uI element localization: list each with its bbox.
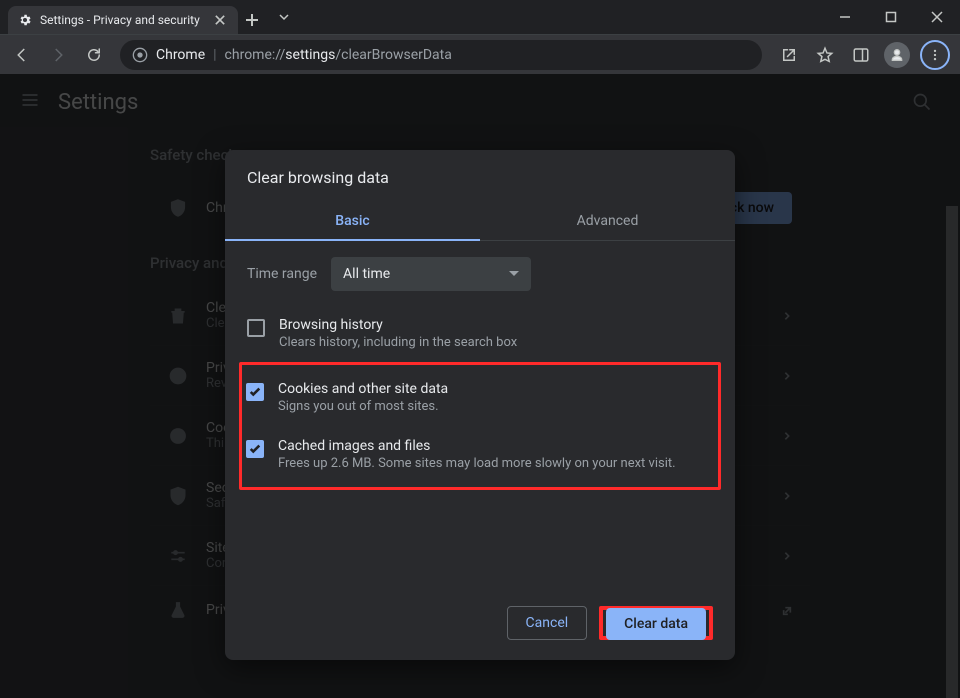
chrome-icon <box>132 47 148 63</box>
clear-browsing-data-dialog: Clear browsing data Basic Advanced Time … <box>225 150 735 660</box>
option-title: Browsing history <box>279 317 517 333</box>
url-host: settings <box>285 47 335 63</box>
url-scheme-label: Chrome <box>156 47 205 63</box>
window-titlebar: Settings - Privacy and security <box>0 0 960 34</box>
bookmark-icon[interactable] <box>808 38 842 72</box>
dialog-title: Clear browsing data <box>225 150 735 201</box>
url-prefix: chrome:// <box>225 47 286 63</box>
option-cookies[interactable]: Cookies and other site data Signs you ou… <box>246 369 710 426</box>
minimize-button[interactable] <box>822 0 868 34</box>
tab-search-button[interactable] <box>266 0 302 34</box>
side-panel-icon[interactable] <box>844 38 878 72</box>
gear-icon <box>18 13 32 27</box>
tab-title: Settings - Privacy and security <box>40 13 200 27</box>
reload-button[interactable] <box>78 39 110 71</box>
url-divider: | <box>213 47 216 63</box>
time-range-select[interactable]: All time <box>331 257 531 291</box>
close-window-button[interactable] <box>914 0 960 34</box>
close-icon[interactable] <box>212 12 228 28</box>
dialog-tabs: Basic Advanced <box>225 201 735 241</box>
option-cached[interactable]: Cached images and files Frees up 2.6 MB.… <box>246 426 710 483</box>
browser-toolbar: Chrome | chrome://settings/clearBrowserD… <box>0 34 960 74</box>
tab-basic[interactable]: Basic <box>225 201 480 241</box>
checkbox[interactable] <box>246 440 264 458</box>
option-browsing-history[interactable]: Browsing history Clears history, includi… <box>247 305 713 362</box>
option-desc: Frees up 2.6 MB. Some sites may load mor… <box>278 456 676 471</box>
modal-overlay: Clear browsing data Basic Advanced Time … <box>0 74 960 698</box>
more-menu-button[interactable] <box>920 40 950 70</box>
url-path: /clearBrowserData <box>335 47 452 63</box>
tab-advanced[interactable]: Advanced <box>480 201 735 241</box>
time-range-label: Time range <box>247 266 317 282</box>
back-button[interactable] <box>6 39 38 71</box>
highlight-box: Clear data <box>599 606 713 640</box>
option-desc: Signs you out of most sites. <box>278 399 448 414</box>
chevron-down-icon <box>509 269 519 279</box>
new-tab-button[interactable] <box>238 6 266 34</box>
highlight-box: Cookies and other site data Signs you ou… <box>239 362 721 490</box>
avatar-icon <box>884 42 910 68</box>
checkbox[interactable] <box>246 383 264 401</box>
profile-button[interactable] <box>880 38 914 72</box>
browser-tab[interactable]: Settings - Privacy and security <box>8 6 238 34</box>
cancel-button[interactable]: Cancel <box>507 606 588 640</box>
forward-button[interactable] <box>42 39 74 71</box>
time-range-value: All time <box>343 266 390 282</box>
checkbox[interactable] <box>247 319 265 337</box>
address-bar[interactable]: Chrome | chrome://settings/clearBrowserD… <box>120 40 762 70</box>
option-title: Cookies and other site data <box>278 381 448 397</box>
option-desc: Clears history, including in the search … <box>279 335 517 350</box>
window-controls <box>822 0 960 34</box>
option-title: Cached images and files <box>278 438 676 454</box>
share-icon[interactable] <box>772 38 806 72</box>
clear-data-button[interactable]: Clear data <box>606 608 706 640</box>
maximize-button[interactable] <box>868 0 914 34</box>
